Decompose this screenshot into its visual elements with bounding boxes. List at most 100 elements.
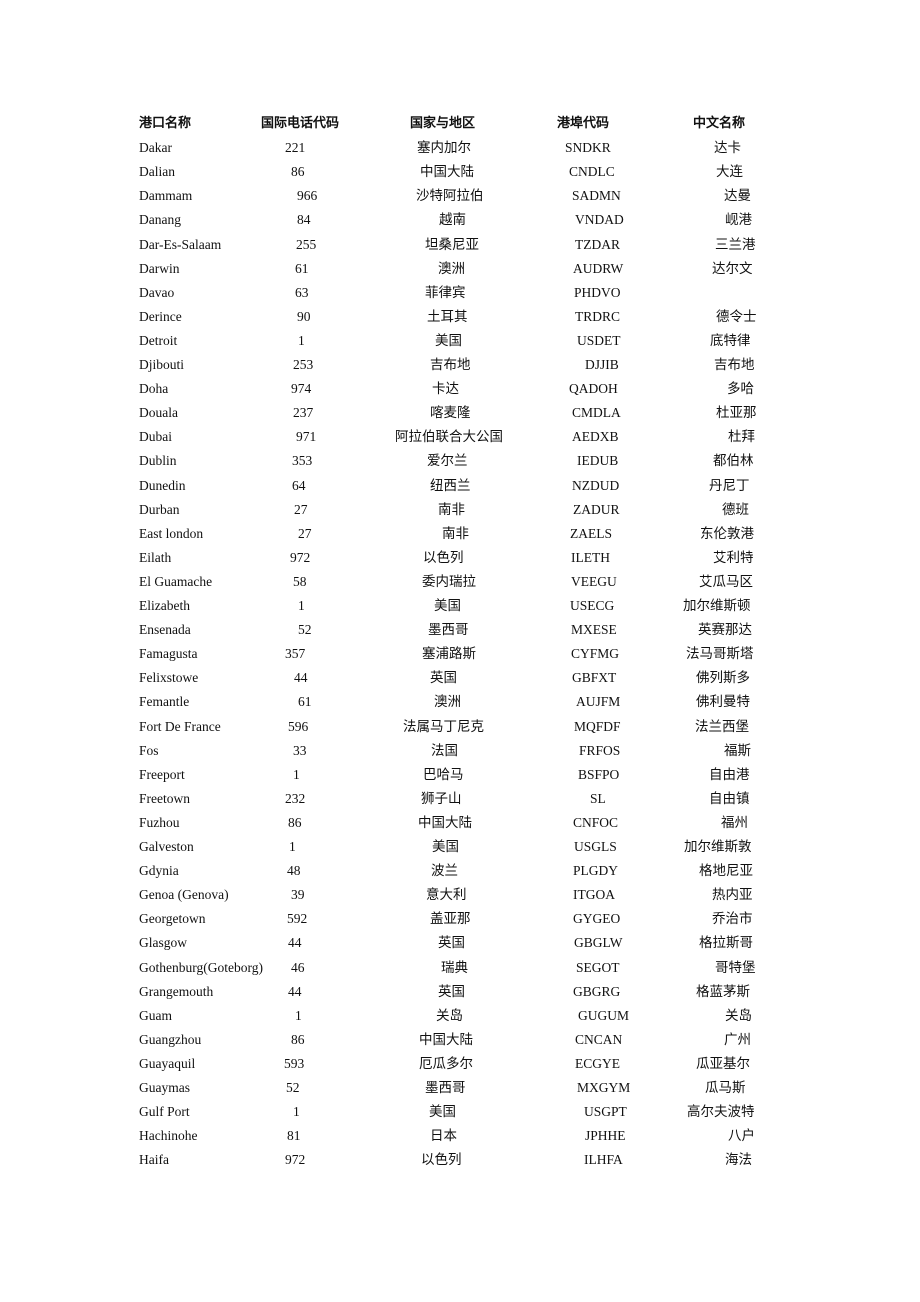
cell-dial-code: 593 [284, 1055, 305, 1071]
cell-port-code: MQFDF [574, 718, 621, 734]
table-row: Guam 1 关岛 GUGUM 关岛 [0, 1006, 920, 1030]
cell-port-code: ZADUR [573, 501, 620, 517]
cell-port-code: GUGUM [578, 1007, 630, 1023]
table-header-row: 港口名称 国际电话代码 国家与地区 港埠代码 中文名称 [0, 114, 920, 138]
cell-port-name: Gulf Port [139, 1104, 190, 1120]
cell-dial-code: 237 [293, 405, 314, 421]
cell-chinese-name: 东伦敦港 [700, 525, 754, 541]
cell-port-code: USECG [570, 598, 615, 613]
cell-chinese-name: 达尔文 [712, 260, 753, 276]
header-country-region: 国家与地区 [410, 116, 476, 131]
table-row: Dubai 971 阿拉伯联合大公国 AEDXB 杜拜 [0, 427, 920, 451]
cell-chinese-name: 高尔夫波特 [687, 1104, 755, 1120]
cell-port-name: Danang [139, 212, 181, 228]
table-row: Davao 63 菲律宾 PHDVO [0, 283, 920, 307]
cell-port-name: Freetown [139, 790, 190, 806]
table-row: East london 27 南非 ZAELS 东伦敦港 [0, 524, 920, 548]
cell-chinese-name: 杜拜 [728, 429, 755, 445]
cell-port-code: GBGRG [573, 983, 621, 999]
table-row: Fos 33 法国 FRFOS 福斯 [0, 741, 920, 765]
header-chinese-name: 中文名称 [693, 116, 746, 131]
cell-port-name: Dakar [139, 140, 172, 156]
cell-dial-code: 64 [292, 477, 306, 493]
cell-dial-code: 1 [293, 1104, 300, 1120]
cell-dial-code: 63 [295, 284, 309, 300]
cell-country-region: 瑞典 [441, 959, 468, 975]
table-row: Eilath 972 以色列 ILETH 艾利特 [0, 548, 920, 572]
cell-country-region: 澳洲 [438, 260, 465, 276]
cell-port-name: Grangemouth [139, 983, 214, 999]
cell-port-name: Dubai [139, 429, 172, 445]
cell-port-name: Guangzhou [139, 1031, 202, 1047]
cell-dial-code: 61 [295, 260, 309, 276]
cell-country-region: 墨西哥 [425, 1080, 466, 1095]
cell-country-region: 美国 [434, 598, 461, 613]
table-row: Dakar 221 塞内加尔 SNDKR 达卡 [0, 138, 920, 162]
cell-dial-code: 44 [294, 670, 308, 686]
cell-country-region: 美国 [435, 332, 462, 348]
cell-port-code: SADMN [572, 188, 621, 204]
cell-dial-code: 86 [288, 814, 302, 830]
cell-port-code: AEDXB [572, 429, 619, 445]
cell-port-name: Fos [139, 742, 159, 758]
cell-chinese-name: 佛利曼特 [696, 694, 750, 710]
header-port-code: 港埠代码 [557, 116, 610, 131]
cell-dial-code: 1 [295, 1007, 302, 1023]
cell-chinese-name: 哥特堡 [715, 959, 756, 975]
cell-chinese-name: 海法 [725, 1152, 752, 1168]
cell-port-code: USGPT [584, 1104, 627, 1120]
cell-port-name: Elizabeth [139, 598, 190, 613]
cell-chinese-name: 达曼 [724, 188, 751, 204]
cell-chinese-name: 自由镇 [709, 790, 750, 806]
cell-dial-code: 232 [285, 790, 306, 806]
cell-chinese-name: 德令士 [716, 308, 757, 324]
cell-chinese-name: 福斯 [724, 742, 751, 758]
cell-port-code: GBFXT [572, 670, 617, 686]
table-row: Haifa 972 以色列 ILHFA 海法 [0, 1150, 920, 1174]
cell-dial-code: 44 [288, 935, 302, 951]
cell-chinese-name: 法兰西堡 [695, 718, 749, 734]
cell-port-code: SNDKR [565, 140, 611, 156]
cell-port-code: ECGYE [575, 1055, 620, 1071]
cell-port-name: Djibouti [139, 357, 185, 372]
table-row: Djibouti 253 吉布地 DJJIB 吉布地 [0, 355, 920, 379]
cell-port-code: DJJIB [585, 357, 619, 372]
cell-chinese-name: 瓜马斯 [705, 1080, 746, 1095]
cell-country-region: 菲律宾 [425, 284, 466, 300]
cell-country-region: 卡达 [432, 381, 459, 397]
cell-port-code: PLGDY [573, 863, 619, 879]
cell-port-name: Derince [139, 308, 182, 324]
table-row: Ensenada 52 墨西哥 MXESE 英赛那达 [0, 620, 920, 644]
cell-country-region: 法属马丁尼克 [403, 718, 484, 734]
cell-dial-code: 27 [298, 525, 312, 541]
table-row: Georgetown 592 盖亚那 GYGEO 乔治市 [0, 909, 920, 933]
cell-port-code: AUDRW [573, 260, 624, 276]
cell-dial-code: 966 [297, 188, 318, 204]
cell-chinese-name: 吉布地 [714, 357, 755, 372]
cell-country-region: 英国 [430, 670, 457, 686]
cell-country-region: 关岛 [436, 1007, 463, 1023]
cell-country-region: 墨西哥 [428, 622, 469, 638]
table-row: Dalian 86 中国大陆 CNDLC 大连 [0, 162, 920, 186]
cell-country-region: 中国大陆 [420, 164, 474, 180]
cell-chinese-name: 杜亚那 [716, 405, 757, 421]
cell-country-region: 厄瓜多尔 [419, 1055, 473, 1071]
cell-port-code: CNDLC [569, 164, 615, 180]
cell-chinese-name: 自由港 [709, 766, 750, 782]
cell-port-name: Darwin [139, 260, 180, 276]
cell-port-code: PHDVO [574, 284, 621, 300]
cell-country-region: 吉布地 [430, 357, 471, 372]
cell-dial-code: 971 [296, 429, 317, 445]
cell-chinese-name: 格地尼亚 [699, 863, 753, 879]
cell-country-region: 委内瑞拉 [422, 573, 476, 589]
cell-port-name: Fuzhou [139, 814, 180, 830]
cell-port-name: Guaymas [139, 1080, 190, 1095]
cell-country-region: 意大利 [426, 887, 467, 903]
cell-port-name: Dublin [139, 453, 177, 469]
cell-dial-code: 357 [285, 646, 306, 662]
table-row: Grangemouth 44 英国 GBGRG 格蓝茅斯 [0, 982, 920, 1006]
table-row: Glasgow 44 英国 GBGLW 格拉斯哥 [0, 933, 920, 957]
cell-dial-code: 90 [297, 308, 311, 324]
cell-port-name: Dalian [139, 164, 175, 180]
cell-dial-code: 58 [293, 573, 307, 589]
